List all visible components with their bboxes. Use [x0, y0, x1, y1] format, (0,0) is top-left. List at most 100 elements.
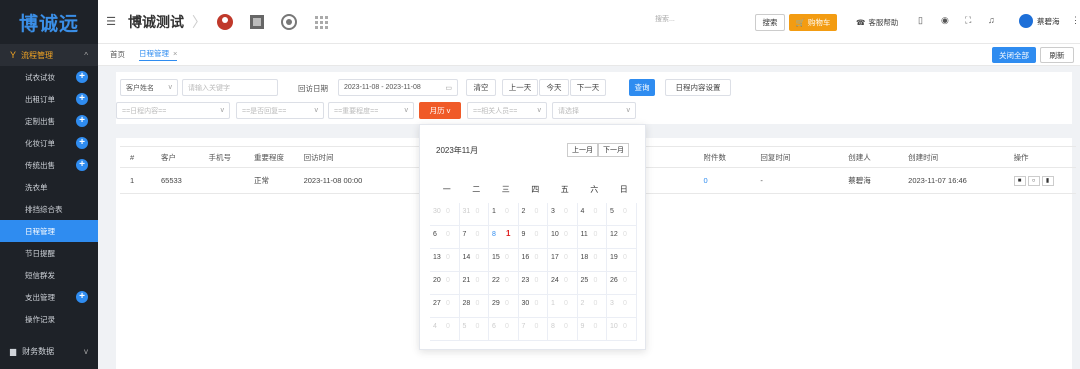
calendar-day-cell[interactable]: 30 0	[519, 295, 548, 317]
prev-month-button[interactable]: 上一月	[567, 143, 598, 157]
calendar-day-cell[interactable]: 16 0	[519, 249, 548, 271]
calendar-day-cell[interactable]: 19 0	[607, 249, 637, 271]
calendar-day-cell[interactable]: 60	[489, 318, 519, 340]
cart-button[interactable]: 🛒 购物车	[789, 14, 837, 31]
header-search-input[interactable]: 搜索...	[653, 14, 753, 30]
date-range-input[interactable]: 2023-11-08 - 2023-11-08 ▭	[338, 79, 458, 96]
calendar-day-cell[interactable]: 30 0	[430, 203, 460, 225]
add-icon[interactable]: +	[76, 137, 88, 149]
calendar-day-cell[interactable]: 80	[548, 318, 578, 340]
calendar-day-cell[interactable]: 29 0	[489, 295, 519, 317]
calendar-day-cell[interactable]: 81	[489, 226, 519, 248]
calendar-day-cell[interactable]: 23 0	[519, 272, 548, 294]
sidebar-item[interactable]: 定制出售 +	[0, 110, 98, 132]
sidebar-item[interactable]: 化妆订单 +	[0, 132, 98, 154]
header-search-button[interactable]: 搜索	[755, 14, 785, 31]
menu-toggle-icon[interactable]: ☰	[98, 15, 124, 28]
calendar-day-cell[interactable]: 10	[489, 203, 519, 225]
calendar-day-cell[interactable]: 60	[430, 226, 460, 248]
grid-icon[interactable]	[310, 11, 332, 33]
calendar-day-cell[interactable]: 15 0	[489, 249, 519, 271]
refresh-button[interactable]: 刷新	[1040, 47, 1074, 63]
menu-group-finance[interactable]: ▆ 财务数据 v	[0, 340, 98, 362]
app-icon-box[interactable]	[246, 11, 268, 33]
add-icon[interactable]: +	[76, 71, 88, 83]
calendar-day-cell[interactable]: 70	[519, 318, 548, 340]
sidebar-item[interactable]: 操作记录	[0, 308, 98, 330]
sidebar-item[interactable]: 洗衣单	[0, 176, 98, 198]
calendar-day-cell[interactable]: 24 0	[548, 272, 578, 294]
fullscreen-icon[interactable]: ⛶	[965, 15, 971, 26]
calendar-day-cell[interactable]: 50	[460, 318, 489, 340]
user-menu[interactable]: 蔡碧海	[1019, 14, 1060, 28]
comment-icon[interactable]: ○	[1027, 176, 1040, 186]
calendar-day-cell[interactable]: 20	[519, 203, 548, 225]
calendar-day-cell[interactable]: 13 0	[430, 249, 460, 271]
query-button[interactable]: 查询	[629, 79, 655, 96]
app-icon-swirl[interactable]	[278, 11, 300, 33]
tab-schedule[interactable]: 日程管理 ×	[139, 48, 178, 61]
calendar-day-cell[interactable]: 90	[519, 226, 548, 248]
choose-select[interactable]: 请选择 v	[552, 102, 636, 119]
cell-attachments[interactable]: 0	[693, 167, 751, 194]
calendar-day-cell[interactable]: 22 0	[489, 272, 519, 294]
menu-group-process[interactable]: Y 流程管理 ^	[0, 44, 98, 66]
person-select[interactable]: ==相关人员== v	[467, 102, 547, 119]
bell-icon[interactable]: ♫	[988, 15, 995, 25]
calendar-day-cell[interactable]: 12 0	[607, 226, 637, 248]
more-icon[interactable]: ⋮	[1071, 15, 1080, 26]
calendar-day-cell[interactable]: 11 0	[578, 226, 607, 248]
calendar-day-cell[interactable]: 40	[430, 318, 460, 340]
calendar-day-cell[interactable]: 26 0	[607, 272, 637, 294]
sidebar-item[interactable]: 排挡综合表	[0, 198, 98, 220]
sidebar-item[interactable]: 试衣试妆 +	[0, 66, 98, 88]
calendar-day-cell[interactable]: 17 0	[548, 249, 578, 271]
customer-field-select[interactable]: 客户姓名 v	[120, 79, 178, 96]
clear-button[interactable]: 清空	[466, 79, 496, 96]
sidebar-item[interactable]: 支出管理 +	[0, 286, 98, 308]
calendar-day-cell[interactable]: 20	[578, 295, 607, 317]
calendar-day-cell[interactable]: 31 0	[460, 203, 489, 225]
calendar-day-cell[interactable]: 14 0	[460, 249, 489, 271]
app-icon-red[interactable]	[214, 11, 236, 33]
calendar-day-cell[interactable]: 40	[578, 203, 607, 225]
reply-select[interactable]: ==是否回复== v	[236, 102, 324, 119]
sidebar-item[interactable]: 节日提醒	[0, 242, 98, 264]
calendar-day-cell[interactable]: 27 0	[430, 295, 460, 317]
calendar-toggle-button[interactable]: 月历 v	[419, 102, 461, 119]
close-all-button[interactable]: 关闭全部	[992, 47, 1036, 63]
close-icon[interactable]: ×	[173, 49, 177, 58]
add-icon[interactable]: +	[76, 291, 88, 303]
add-icon[interactable]: +	[76, 93, 88, 105]
calendar-day-cell[interactable]: 70	[460, 226, 489, 248]
sidebar-item[interactable]: 日程管理	[0, 220, 98, 242]
calendar-day-cell[interactable]: 10 0	[548, 226, 578, 248]
prev-day-button[interactable]: 上一天	[502, 79, 538, 96]
calendar-day-cell[interactable]: 18 0	[578, 249, 607, 271]
sidebar-item[interactable]: 出租订单 +	[0, 88, 98, 110]
calendar-day-cell[interactable]: 25 0	[578, 272, 607, 294]
sidebar-item[interactable]: 短信群发	[0, 264, 98, 286]
today-button[interactable]: 今天	[539, 79, 569, 96]
tab-home[interactable]: 首页	[110, 49, 125, 60]
calendar-day-cell[interactable]: 50	[607, 203, 637, 225]
mobile-icon[interactable]: ▯	[918, 15, 923, 26]
add-icon[interactable]: +	[76, 115, 88, 127]
next-month-button[interactable]: 下一月	[598, 143, 629, 157]
add-icon[interactable]: +	[76, 159, 88, 171]
calendar-day-cell[interactable]: 90	[578, 318, 607, 340]
edit-icon[interactable]: ■	[1013, 176, 1026, 186]
calendar-day-cell[interactable]: 20 0	[430, 272, 460, 294]
calendar-day-cell[interactable]: 21 0	[460, 272, 489, 294]
calendar-day-cell[interactable]: 28 0	[460, 295, 489, 317]
next-day-button[interactable]: 下一天	[570, 79, 606, 96]
sidebar-item[interactable]: 传统出售 +	[0, 154, 98, 176]
record-icon[interactable]: ◉	[941, 15, 949, 26]
help-button[interactable]: ☎ 客服帮助	[856, 14, 898, 31]
keyword-input[interactable]: 请输入关键字	[182, 79, 278, 96]
calendar-day-cell[interactable]: 30	[548, 203, 578, 225]
schedule-settings-button[interactable]: 日程内容设置	[665, 79, 731, 96]
delete-icon[interactable]: ▮	[1041, 176, 1054, 186]
calendar-day-cell[interactable]: 30	[607, 295, 637, 317]
content-select[interactable]: ==日程内容== v	[116, 102, 230, 119]
